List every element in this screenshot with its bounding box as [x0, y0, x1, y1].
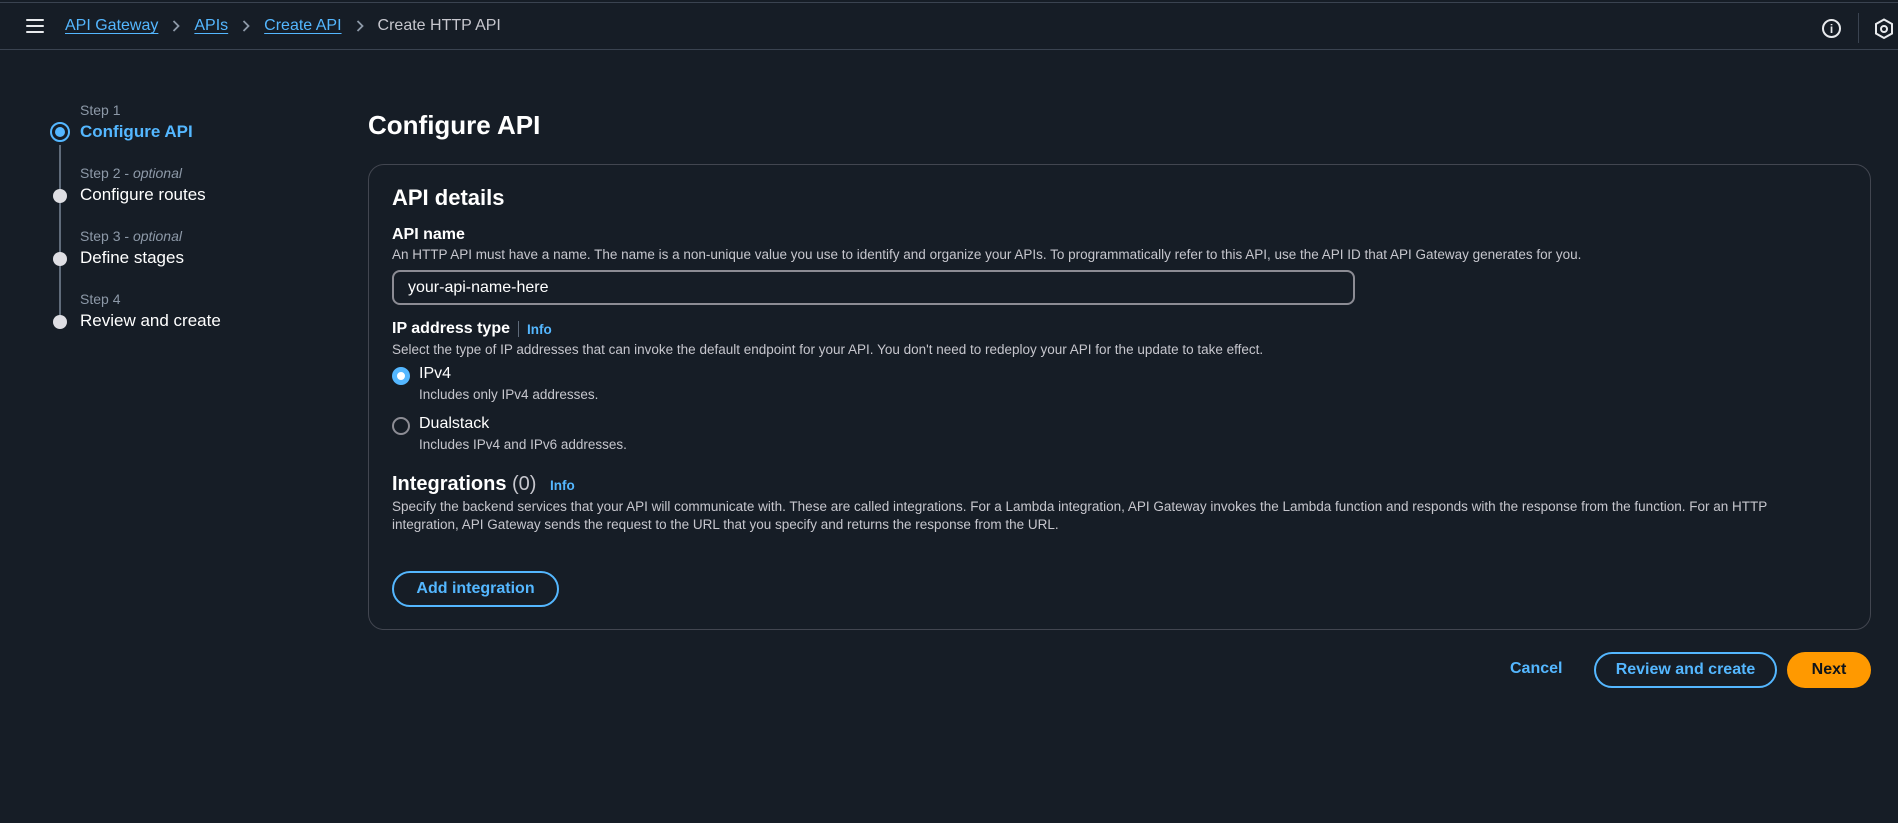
chevron-right-icon [242, 20, 250, 32]
step-4[interactable]: Step 4 Review and create [50, 289, 280, 339]
radio-description: Includes only IPv4 addresses. [419, 387, 599, 402]
integrations-count: (0) [512, 473, 537, 495]
ip-address-type-label: IP address type Info [392, 320, 552, 337]
hamburger-menu-icon[interactable] [26, 19, 44, 35]
step-label: Step 3 - optional [80, 228, 182, 244]
step-label: Step 1 [80, 102, 121, 118]
step-dot-icon [53, 252, 67, 266]
divider [517, 321, 519, 337]
integrations-info-link[interactable]: Info [550, 478, 575, 493]
breadcrumb-apis[interactable]: APIs [194, 17, 228, 35]
ip-type-description: Select the type of IP addresses that can… [392, 342, 1264, 357]
radio-description: Includes IPv4 and IPv6 addresses. [419, 437, 627, 452]
radio-label: IPv4 [419, 365, 452, 382]
cancel-button[interactable]: Cancel [1510, 660, 1562, 678]
step-label: Step 4 [80, 291, 121, 307]
integrations-title: Integrations [392, 473, 507, 495]
breadcrumb: API Gateway APIs Create API Create HTTP … [65, 17, 501, 35]
integrations-description: Specify the backend services that your A… [392, 499, 1767, 532]
integrations-header: Integrations (0) Info [392, 473, 575, 496]
review-and-create-button[interactable]: Review and create [1594, 652, 1777, 688]
breadcrumb-api-gateway[interactable]: API Gateway [65, 17, 158, 35]
step-dot-icon [53, 315, 67, 329]
step-2[interactable]: Step 2 - optional Configure routes [50, 163, 280, 213]
step-current-indicator-icon [50, 122, 70, 142]
chevron-right-icon [172, 20, 181, 32]
step-dot-icon [53, 189, 67, 203]
step-1[interactable]: Step 1 Configure API [50, 100, 280, 150]
step-name: Configure routes [80, 185, 206, 204]
settings-hexagon-icon[interactable] [1874, 18, 1894, 40]
breadcrumb-create-api[interactable]: Create API [264, 17, 341, 35]
step-3[interactable]: Step 3 - optional Define stages [50, 226, 280, 276]
top-navigation-bar: API Gateway APIs Create API Create HTTP … [0, 2, 1898, 50]
step-label: Step 2 - optional [80, 165, 182, 181]
step-name: Review and create [80, 311, 221, 330]
step-name: Define stages [80, 248, 184, 267]
radio-label: Dualstack [419, 415, 490, 432]
api-name-description: An HTTP API must have a name. The name i… [392, 247, 1582, 262]
step-name: Configure API [80, 122, 193, 141]
divider [1858, 13, 1859, 43]
api-name-label: API name [392, 226, 465, 243]
api-name-input[interactable] [392, 270, 1355, 305]
radio-button[interactable] [392, 417, 410, 435]
chevron-right-icon [356, 20, 364, 32]
info-icon[interactable]: i [1822, 19, 1841, 38]
ip-type-info-link[interactable]: Info [527, 322, 552, 337]
api-details-panel: API details API name An HTTP API must ha… [368, 164, 1871, 630]
add-integration-button[interactable]: Add integration [392, 571, 559, 607]
page-title: Configure API [368, 110, 541, 140]
breadcrumb-current: Create HTTP API [377, 17, 501, 34]
panel-title: API details [392, 185, 505, 210]
next-button[interactable]: Next [1787, 652, 1871, 688]
radio-button-selected[interactable] [392, 367, 410, 385]
